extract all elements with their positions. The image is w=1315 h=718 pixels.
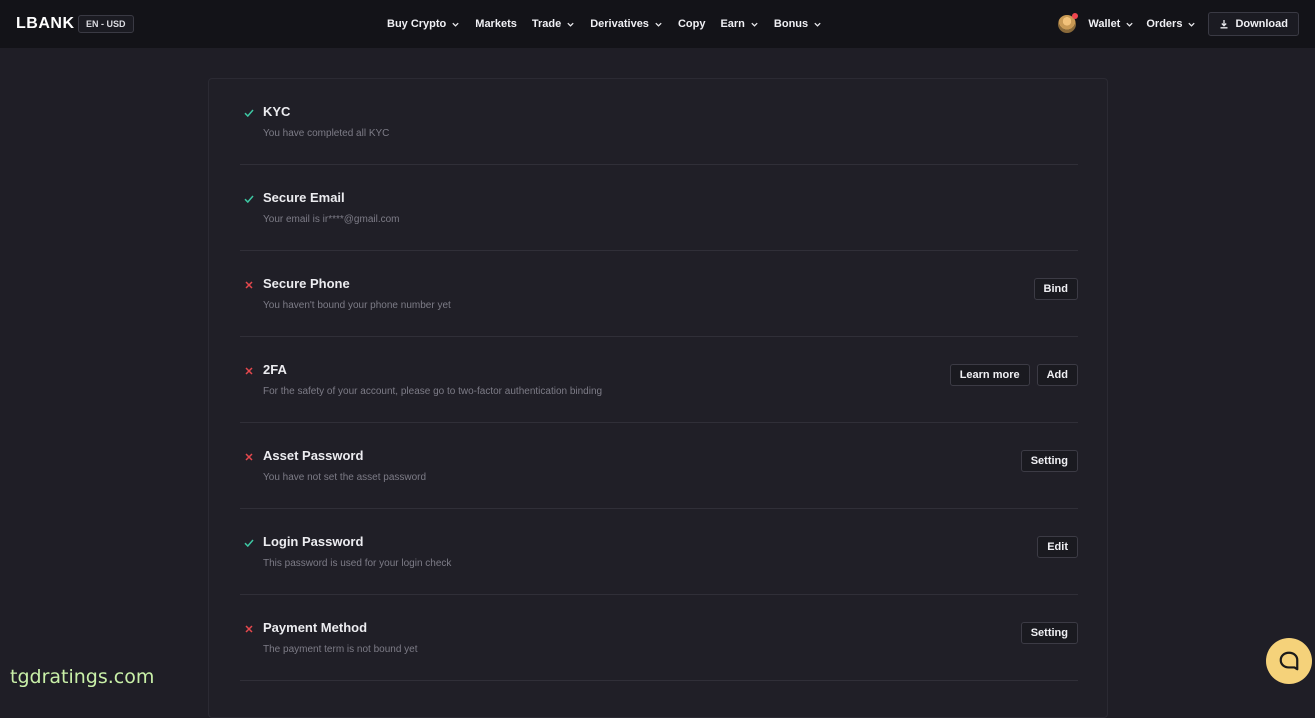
- security-item-login-password: Login Password This password is used for …: [240, 509, 1078, 595]
- user-avatar[interactable]: [1058, 13, 1079, 33]
- nav-item-copy[interactable]: Copy: [678, 18, 706, 30]
- security-item-description: You haven't bound your phone number yet: [263, 300, 451, 311]
- security-item-description: You have completed all KYC: [263, 128, 390, 139]
- security-settings-panel: KYC You have completed all KYC Secure Emai…: [208, 78, 1108, 718]
- main-nav: Buy Crypto Markets Trade Derivatives Copy Ear…: [387, 0, 822, 48]
- chevron-down-icon: [452, 22, 459, 27]
- user-nav: Wallet Orders Download: [1058, 0, 1299, 48]
- security-item-actions: Bind: [1033, 278, 1078, 300]
- security-item-title: KYC: [263, 104, 291, 119]
- download-label: Download: [1235, 18, 1288, 30]
- security-item-actions: Learn more Add: [949, 364, 1078, 386]
- bind-button[interactable]: Bind: [1033, 278, 1078, 300]
- chevron-down-icon: [1188, 22, 1196, 27]
- orders-label: Orders: [1146, 18, 1183, 30]
- nav-item-label: Earn: [720, 18, 745, 30]
- security-item-actions: Setting: [1020, 450, 1078, 472]
- learn-more-button[interactable]: Learn more: [949, 364, 1030, 386]
- security-item-secure-email: Secure Email Your email is ir****@gmail.c…: [240, 165, 1078, 251]
- security-item-title: Login Password: [263, 534, 364, 549]
- nav-item-buy-crypto[interactable]: Buy Crypto: [387, 18, 460, 30]
- check-icon: [244, 539, 254, 548]
- cross-icon: [245, 625, 253, 633]
- cross-icon: [245, 453, 253, 461]
- security-item-description: For the safety of your account, please g…: [263, 386, 603, 397]
- nav-item-derivatives[interactable]: Derivatives: [590, 18, 663, 30]
- security-item-title: Secure Email: [263, 190, 345, 205]
- security-item-actions: Edit: [1037, 536, 1078, 558]
- wallet-label: Wallet: [1088, 18, 1121, 30]
- top-navigation-bar: LBANK EN - USD Buy Crypto Markets Trade Der…: [0, 0, 1315, 48]
- security-item-asset-password: Asset Password You have not set the asset…: [240, 423, 1078, 509]
- nav-item-earn[interactable]: Earn: [720, 18, 758, 30]
- notification-dot: [1072, 13, 1079, 19]
- security-item-title: 2FA: [263, 362, 287, 377]
- nav-item-label: Markets: [475, 18, 517, 30]
- chevron-down-icon: [751, 22, 758, 27]
- chat-icon: [1279, 651, 1299, 671]
- security-item-description: The payment term is not bound yet: [263, 644, 418, 655]
- lbank-logo[interactable]: LBANK: [16, 15, 75, 33]
- security-item-secure-phone: Secure Phone You haven't bound your phone…: [240, 251, 1078, 337]
- check-icon: [244, 195, 254, 204]
- security-item-actions: Setting: [1020, 622, 1078, 644]
- nav-item-label: Trade: [531, 18, 562, 30]
- chevron-down-icon: [814, 22, 821, 27]
- security-item-title: Payment Method: [263, 620, 368, 635]
- nav-item-label: Copy: [677, 18, 706, 30]
- check-icon: [244, 109, 254, 118]
- add-button[interactable]: Add: [1036, 364, 1078, 386]
- security-item-title: Asset Password: [263, 448, 364, 463]
- security-item-description: This password is used for your login che…: [263, 558, 452, 569]
- nav-item-label: Derivatives: [590, 18, 649, 30]
- nav-item-bonus[interactable]: Bonus: [774, 18, 822, 30]
- nav-item-markets[interactable]: Markets: [475, 18, 517, 30]
- security-item-2fa: 2FA For the safety of your account, pleas…: [240, 337, 1078, 423]
- security-item-title: Secure Phone: [263, 276, 350, 291]
- support-chat-button[interactable]: [1266, 638, 1312, 684]
- security-item-description: Your email is ir****@gmail.com: [263, 214, 400, 225]
- wallet-menu[interactable]: Wallet: [1088, 18, 1134, 30]
- setting-button[interactable]: Setting: [1020, 450, 1078, 472]
- security-item-description: You have not set the asset password: [263, 472, 427, 483]
- cross-icon: [245, 367, 253, 375]
- chevron-down-icon: [1126, 22, 1134, 27]
- watermark-text: tgdratings.com: [10, 666, 155, 688]
- edit-button[interactable]: Edit: [1037, 536, 1078, 558]
- nav-item-label: Buy Crypto: [387, 18, 447, 30]
- cross-icon: [245, 281, 253, 289]
- setting-button[interactable]: Setting: [1020, 622, 1078, 644]
- download-icon: [1220, 20, 1228, 29]
- chevron-down-icon: [655, 22, 662, 27]
- language-currency-selector[interactable]: EN - USD: [78, 15, 134, 33]
- nav-item-label: Bonus: [773, 18, 809, 30]
- nav-item-trade[interactable]: Trade: [532, 18, 575, 30]
- chevron-down-icon: [567, 22, 574, 27]
- download-button[interactable]: Download: [1208, 12, 1299, 36]
- security-item-kyc: KYC You have completed all KYC: [240, 79, 1078, 165]
- orders-menu[interactable]: Orders: [1146, 18, 1196, 30]
- security-item-payment-method: Payment Method The payment term is not bo…: [240, 595, 1078, 681]
